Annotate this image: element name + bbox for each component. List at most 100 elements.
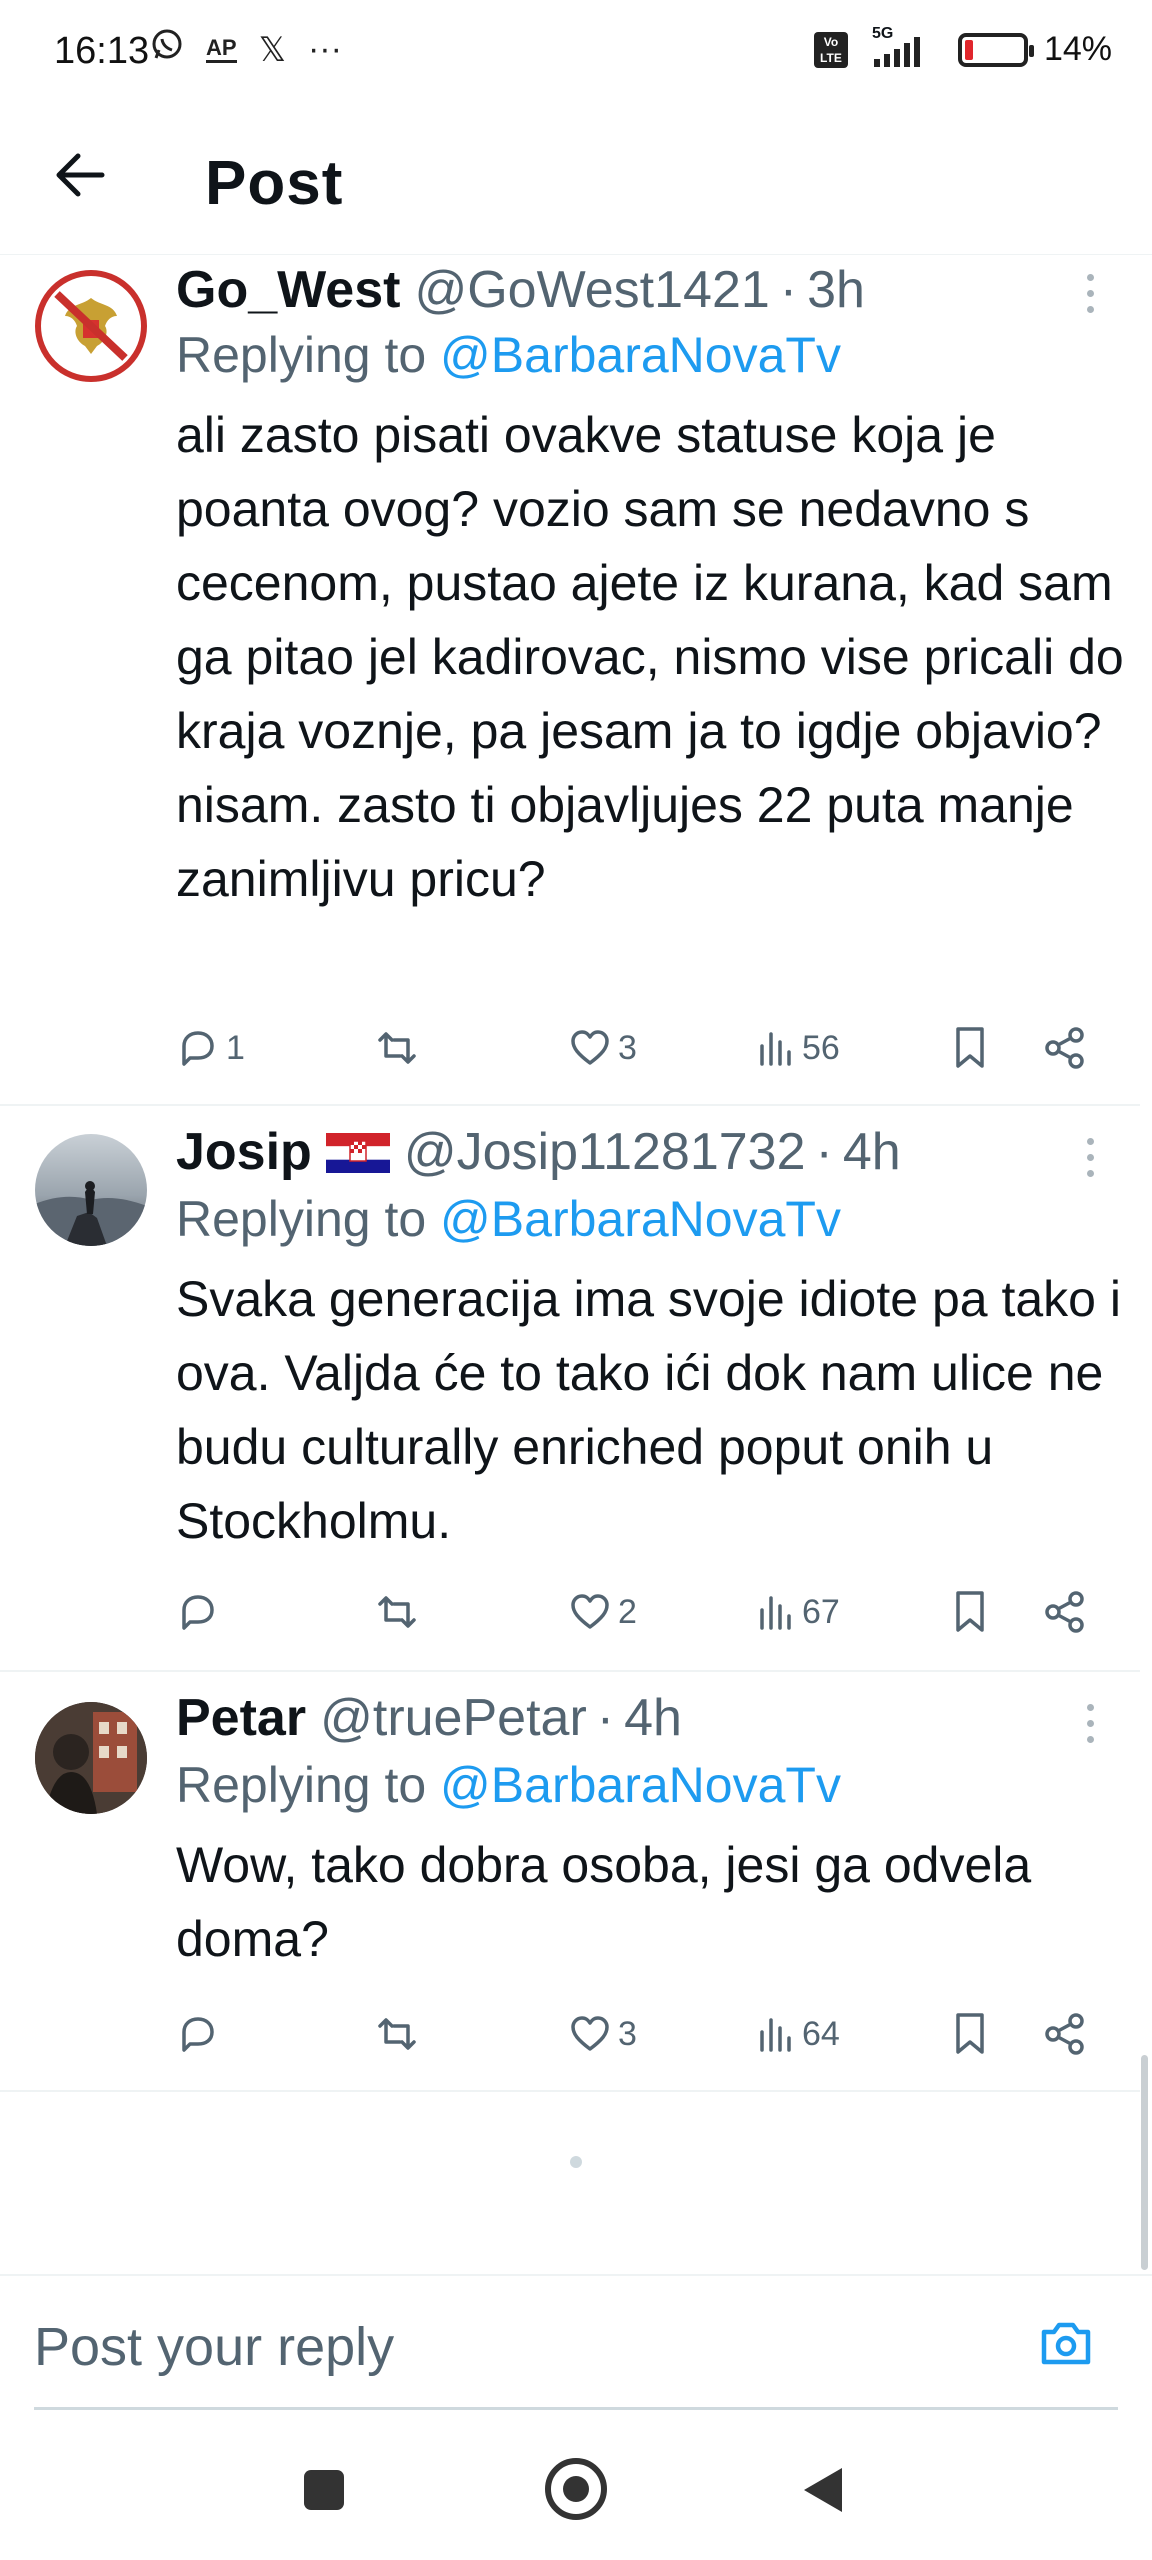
post-actions: 2 67 — [176, 1582, 1106, 1642]
notification-icons: AP 𝕏 ··· — [150, 28, 342, 71]
like-button[interactable]: 3 — [568, 1018, 637, 1078]
reply-post[interactable]: Petar @truePetar · 4h Replying to @Barba… — [0, 1674, 1140, 2092]
author-handle[interactable]: @GoWest1421 — [414, 260, 769, 320]
mention-link[interactable]: @BarbaraNovaTv — [440, 1757, 841, 1813]
post-time[interactable]: 3h — [807, 260, 865, 320]
more-options-button[interactable] — [1080, 1704, 1100, 1743]
replying-label: Replying to — [176, 1757, 441, 1813]
avatar[interactable] — [35, 1702, 147, 1814]
views-chart-icon — [760, 2018, 791, 2052]
camera-icon — [1041, 2322, 1091, 2365]
repost-icon — [378, 1032, 416, 1064]
camera-button[interactable] — [1036, 2314, 1096, 2374]
reply-button[interactable] — [176, 2004, 226, 2064]
back-button[interactable] — [50, 145, 110, 205]
system-nav-bar — [0, 2420, 1152, 2560]
post-time[interactable]: 4h — [624, 1688, 682, 1748]
views-button[interactable]: 64 — [756, 2004, 840, 2064]
views-count: 56 — [802, 1028, 840, 1067]
like-count: 3 — [618, 1028, 637, 1067]
author-name[interactable]: Go_West — [176, 260, 400, 320]
author-name[interactable]: Petar — [176, 1688, 306, 1748]
reply-post[interactable]: Go_West @GoWest1421 · 3h Replying to @Ba… — [0, 256, 1140, 1106]
arrow-left-icon — [56, 153, 105, 197]
share-icon — [1045, 2013, 1084, 2055]
views-count: 64 — [802, 2014, 840, 2053]
views-button[interactable]: 56 — [756, 1018, 840, 1078]
no-russian-eagle-icon — [45, 280, 137, 372]
author-handle[interactable]: @truePetar — [320, 1688, 587, 1748]
avatar[interactable] — [35, 1134, 147, 1246]
bookmark-icon — [956, 1591, 984, 1632]
like-button[interactable]: 3 — [568, 2004, 637, 2064]
share-button[interactable] — [1042, 2004, 1088, 2064]
like-button[interactable]: 2 — [568, 1582, 637, 1642]
reply-post[interactable]: Josip @Josip11281732 · 4h Replying to @B… — [0, 1108, 1140, 1672]
post-actions: 3 64 — [176, 2004, 1106, 2064]
reply-composer[interactable]: Post your reply — [0, 2274, 1152, 2410]
share-button[interactable] — [1042, 1582, 1088, 1642]
separator: · — [815, 1123, 833, 1181]
status-time: 16:13 — [54, 30, 150, 72]
reply-divider — [34, 2407, 1118, 2410]
reply-icon — [182, 1595, 214, 1630]
volte-icon: Vo LTE — [813, 31, 848, 68]
reply-input[interactable]: Post your reply — [34, 2316, 394, 2378]
home-circle-icon[interactable] — [545, 2458, 607, 2520]
replying-to: Replying to @BarbaraNovaTv — [176, 326, 841, 384]
replying-to: Replying to @BarbaraNovaTv — [176, 1756, 841, 1814]
battery-icon — [957, 32, 1034, 67]
post-text: ali zasto pisati ovakve statuse koja je … — [176, 407, 1124, 907]
more-options-button[interactable] — [1080, 274, 1100, 313]
bookmark-button[interactable] — [950, 1018, 990, 1078]
heart-icon — [571, 2016, 609, 2051]
views-chart-icon — [760, 1596, 791, 1630]
like-count: 3 — [618, 2014, 637, 2053]
more-options-button[interactable] — [1080, 1138, 1100, 1177]
more-notifications-icon: ··· — [307, 30, 342, 68]
like-count: 2 — [618, 1592, 637, 1631]
loading-indicator — [570, 2156, 582, 2168]
reply-button[interactable]: 1 — [176, 1018, 245, 1078]
replying-label: Replying to — [176, 327, 441, 383]
profile-photo-icon — [35, 1702, 147, 1814]
post-text: Svaka generacija ima svoje idiote pa tak… — [176, 1271, 1121, 1549]
scrollbar[interactable] — [1141, 2055, 1148, 2270]
avatar[interactable] — [35, 270, 147, 382]
heart-icon — [571, 1030, 609, 1065]
share-icon — [1045, 1591, 1084, 1633]
separator: · — [596, 1689, 615, 1747]
page-title: Post — [205, 149, 344, 218]
author-handle[interactable]: @Josip11281732 — [404, 1122, 806, 1182]
mention-link[interactable]: @BarbaraNovaTv — [440, 1191, 841, 1247]
status-bar: 16:13 AP 𝕏 ··· Vo LTE 5G 14% — [0, 0, 1152, 110]
croatia-flag-icon — [325, 1126, 390, 1173]
bookmark-icon — [956, 1027, 984, 1068]
heart-icon — [571, 1594, 609, 1629]
x-icon: 𝕏 — [258, 30, 286, 69]
repost-button[interactable] — [372, 1582, 428, 1642]
recents-square-icon[interactable] — [304, 2470, 344, 2510]
top-app-bar: Post — [0, 110, 1152, 255]
mention-link[interactable]: @BarbaraNovaTv — [440, 327, 841, 383]
post-time[interactable]: 4h — [843, 1122, 901, 1182]
replying-to: Replying to @BarbaraNovaTv — [176, 1190, 841, 1248]
system-icons: Vo LTE 5G 14% — [813, 25, 1112, 69]
repost-button[interactable] — [372, 1018, 428, 1078]
author-name[interactable]: Josip — [176, 1122, 312, 1182]
reply-icon — [182, 2017, 214, 2052]
bookmark-button[interactable] — [950, 1582, 990, 1642]
repost-icon — [378, 1596, 416, 1628]
post-text: Wow, tako dobra osoba, jesi ga odvela do… — [176, 1837, 1032, 1967]
bookmark-icon — [956, 2013, 984, 2054]
views-button[interactable]: 67 — [756, 1582, 840, 1642]
bookmark-button[interactable] — [950, 2004, 990, 2064]
signal-icon: 5G — [864, 25, 942, 67]
repost-button[interactable] — [372, 2004, 428, 2064]
reply-button[interactable] — [176, 1582, 226, 1642]
whatsapp-icon — [150, 28, 184, 71]
share-button[interactable] — [1042, 1018, 1088, 1078]
back-triangle-icon[interactable] — [804, 2468, 842, 2512]
views-count: 67 — [802, 1592, 840, 1631]
reply-icon — [182, 1031, 214, 1066]
